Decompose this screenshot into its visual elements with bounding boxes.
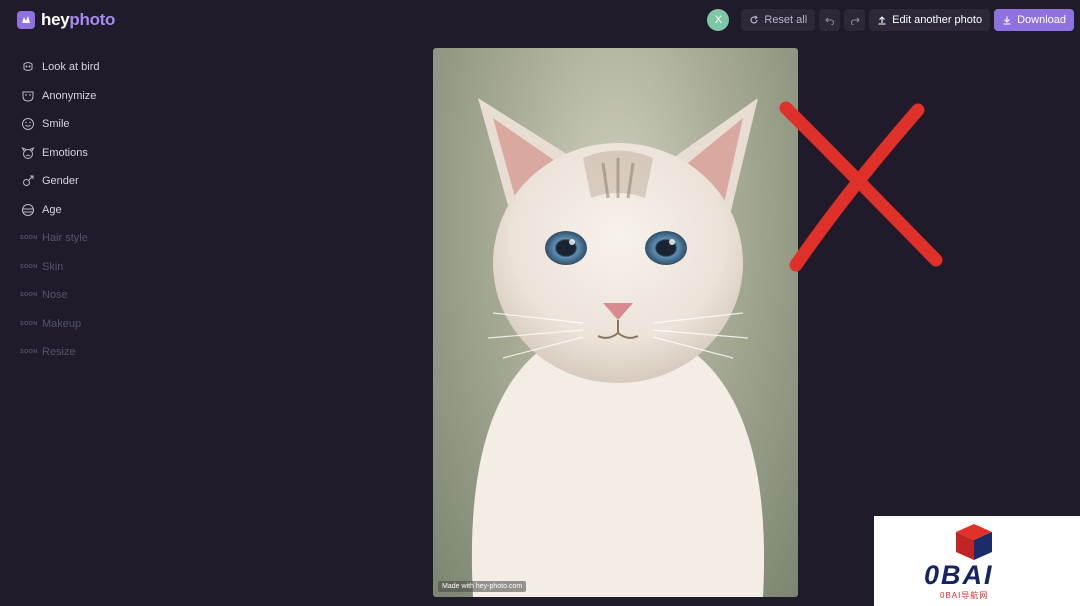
sidebar-item-makeup: SOON Makeup [20, 310, 180, 339]
badge-subtitle: 0BAI导航网 [940, 591, 989, 600]
soon-badge: SOON [20, 292, 38, 299]
sidebar-item-resize: SOON Resize [20, 338, 180, 367]
sidebar-item-label: Anonymize [42, 89, 97, 102]
photo-watermark: Made with hey-photo.com [438, 581, 527, 592]
soon-badge: SOON [20, 349, 38, 356]
sidebar-item-label: Skin [42, 260, 64, 273]
sidebar-item-label: Gender [42, 175, 79, 188]
app-logo[interactable]: heyphoto [17, 10, 115, 30]
download-label: Download [1017, 14, 1066, 26]
badge-title: 0BAI [924, 560, 994, 590]
sidebar-item-label: Nose [42, 289, 68, 302]
undo-button[interactable] [819, 9, 841, 31]
corner-logo-badge: 0BAI 0BAI导航网 [874, 516, 1080, 606]
redo-button[interactable] [844, 9, 866, 31]
refresh-icon [750, 15, 759, 24]
sidebar-item-label: Look at bird [42, 61, 100, 74]
sidebar-item-nose: SOON Nose [20, 281, 180, 310]
sidebar-item-emotions[interactable]: Emotions [20, 139, 180, 168]
sidebar-item-label: Smile [42, 118, 70, 131]
sidebar-item-label: Resize [42, 346, 76, 359]
age-icon [20, 202, 36, 218]
sidebar: Look at bird Anonymize Smile Emotions Ge… [20, 53, 180, 367]
emotions-icon [20, 145, 36, 161]
bird-icon [20, 59, 36, 75]
sidebar-item-look-at-bird[interactable]: Look at bird [20, 53, 180, 82]
photo-canvas[interactable]: Made with hey-photo.com [433, 48, 798, 597]
edit-another-photo-label: Edit another photo [892, 14, 983, 26]
cube-logo-icon [956, 524, 992, 560]
mask-icon [20, 88, 36, 104]
app-name: heyphoto [41, 10, 116, 29]
sidebar-item-smile[interactable]: Smile [20, 110, 180, 139]
download-button[interactable]: Download [994, 9, 1074, 31]
sidebar-item-age[interactable]: Age [20, 196, 180, 225]
edit-another-photo-button[interactable]: Edit another photo [869, 9, 991, 31]
soon-badge: SOON [20, 320, 38, 327]
smile-icon [20, 116, 36, 132]
soon-badge: SOON [20, 263, 38, 270]
gender-icon [20, 173, 36, 189]
sidebar-item-label: Makeup [42, 317, 82, 330]
sidebar-item-anonymize[interactable]: Anonymize [20, 82, 180, 111]
user-avatar[interactable]: X [707, 9, 730, 31]
sidebar-item-label: Age [42, 203, 62, 216]
undo-icon [824, 17, 834, 25]
reset-all-button[interactable]: Reset all [741, 9, 816, 31]
cat-photo [471, 98, 765, 597]
sidebar-item-skin: SOON Skin [20, 253, 180, 282]
logo-icon [17, 11, 35, 29]
red-x-mark [779, 101, 943, 272]
sidebar-item-label: Hair style [42, 232, 88, 245]
redo-icon [850, 17, 860, 25]
soon-badge: SOON [20, 235, 38, 242]
sidebar-item-label: Emotions [42, 146, 88, 159]
download-icon [1003, 16, 1011, 25]
toolbar: X Reset all Edit another photo Download [707, 9, 1074, 31]
upload-icon [878, 16, 886, 25]
reset-all-label: Reset all [764, 14, 808, 26]
sidebar-item-gender[interactable]: Gender [20, 167, 180, 196]
sidebar-item-hair-style: SOON Hair style [20, 224, 180, 253]
